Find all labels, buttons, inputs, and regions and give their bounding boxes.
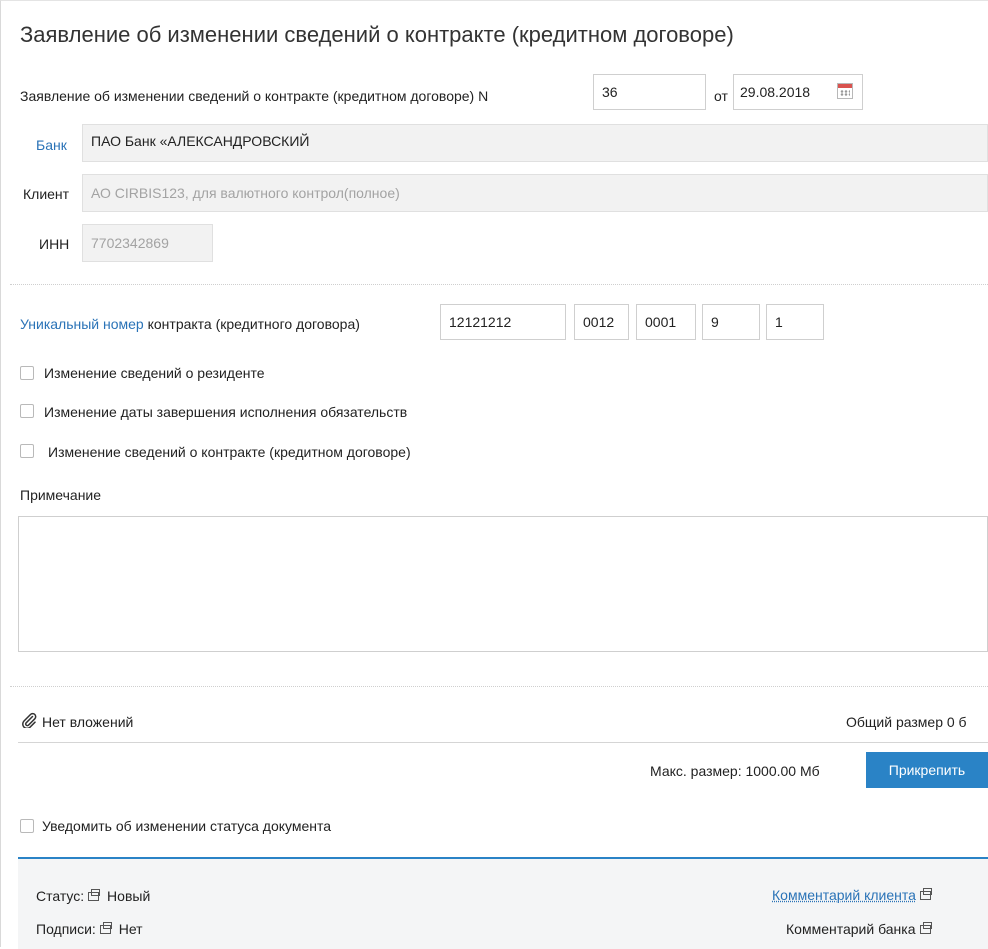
checkbox-resident-change[interactable] <box>20 366 34 380</box>
note-label: Примечание <box>20 487 102 503</box>
checkbox-notify-label[interactable]: Уведомить об изменении статуса документа <box>42 818 331 834</box>
client-comment-link[interactable]: Комментарий клиента <box>772 887 916 903</box>
client-comment-row[interactable]: Комментарий клиента <box>772 887 935 903</box>
unique-number-part-3[interactable]: 0001 <box>636 304 696 340</box>
unique-number-part-5[interactable]: 1 <box>766 304 824 340</box>
signatures-row: Подписи: Нет <box>36 921 143 937</box>
checkbox-contract-change[interactable] <box>20 444 34 458</box>
bank-comment-row[interactable]: Комментарий банка <box>786 921 935 937</box>
inn-field: 7702342869 <box>82 224 213 262</box>
bank-field[interactable]: ПАО Банк «АЛЕКСАНДРОВСКИЙ <box>82 124 988 162</box>
statement-label: Заявление об изменении сведений о контра… <box>20 88 489 104</box>
attach-button[interactable]: Прикрепить <box>866 752 988 788</box>
inn-label: ИНН <box>39 236 70 252</box>
unique-number-part-1[interactable]: 12121212 <box>440 304 566 340</box>
separator <box>10 284 988 285</box>
date-prefix: от <box>714 88 728 104</box>
max-size-label: Макс. размер: 1000.00 Мб <box>650 763 820 779</box>
status-footer: Статус: Новый Подписи: Нет Комментарий к… <box>18 857 988 949</box>
checkbox-date-change[interactable] <box>20 404 34 418</box>
date-value: 29.08.2018 <box>740 84 811 100</box>
page-title: Заявление об изменении сведений о контра… <box>20 22 734 47</box>
checkbox-resident-change-label[interactable]: Изменение сведений о резиденте <box>44 365 265 381</box>
client-label: Клиент <box>23 186 70 202</box>
status-row: Статус: Новый <box>36 888 150 904</box>
statement-number-input[interactable]: 36 <box>593 74 706 110</box>
checkbox-contract-change-label[interactable]: Изменение сведений о контракте (кредитно… <box>48 444 411 460</box>
window-icon[interactable] <box>919 887 932 900</box>
bank-comment-label[interactable]: Комментарий банка <box>786 921 916 937</box>
signatures-label: Подписи: <box>36 921 96 937</box>
status-value: Новый <box>107 888 151 904</box>
total-size-label: Общий размер 0 б <box>846 714 967 730</box>
unique-number-label: Уникальный номер контракта (кредитного д… <box>20 316 360 332</box>
paperclip-icon <box>22 712 37 728</box>
signatures-value: Нет <box>118 921 143 937</box>
calendar-icon[interactable] <box>837 83 853 99</box>
unique-number-label-rest: контракта (кредитного договора) <box>147 316 360 332</box>
separator <box>10 686 988 687</box>
window-icon[interactable] <box>99 921 112 934</box>
unique-number-part-4[interactable]: 9 <box>702 304 760 340</box>
unique-number-link[interactable]: Уникальный номер <box>20 316 144 332</box>
window-icon[interactable] <box>919 921 932 934</box>
window-icon[interactable] <box>88 888 101 901</box>
checkbox-notify[interactable] <box>20 819 34 833</box>
checkbox-date-change-label[interactable]: Изменение даты завершения исполнения обя… <box>44 404 407 420</box>
no-attachments-label: Нет вложений <box>42 714 134 730</box>
unique-number-part-2[interactable]: 0012 <box>574 304 629 340</box>
client-field: АО CIRBIS123, для валютного контрол(полн… <box>82 174 988 212</box>
note-textarea[interactable] <box>18 516 988 652</box>
status-label: Статус: <box>36 888 85 904</box>
bank-link[interactable]: Банк <box>36 137 67 153</box>
attachments-divider <box>18 742 988 743</box>
